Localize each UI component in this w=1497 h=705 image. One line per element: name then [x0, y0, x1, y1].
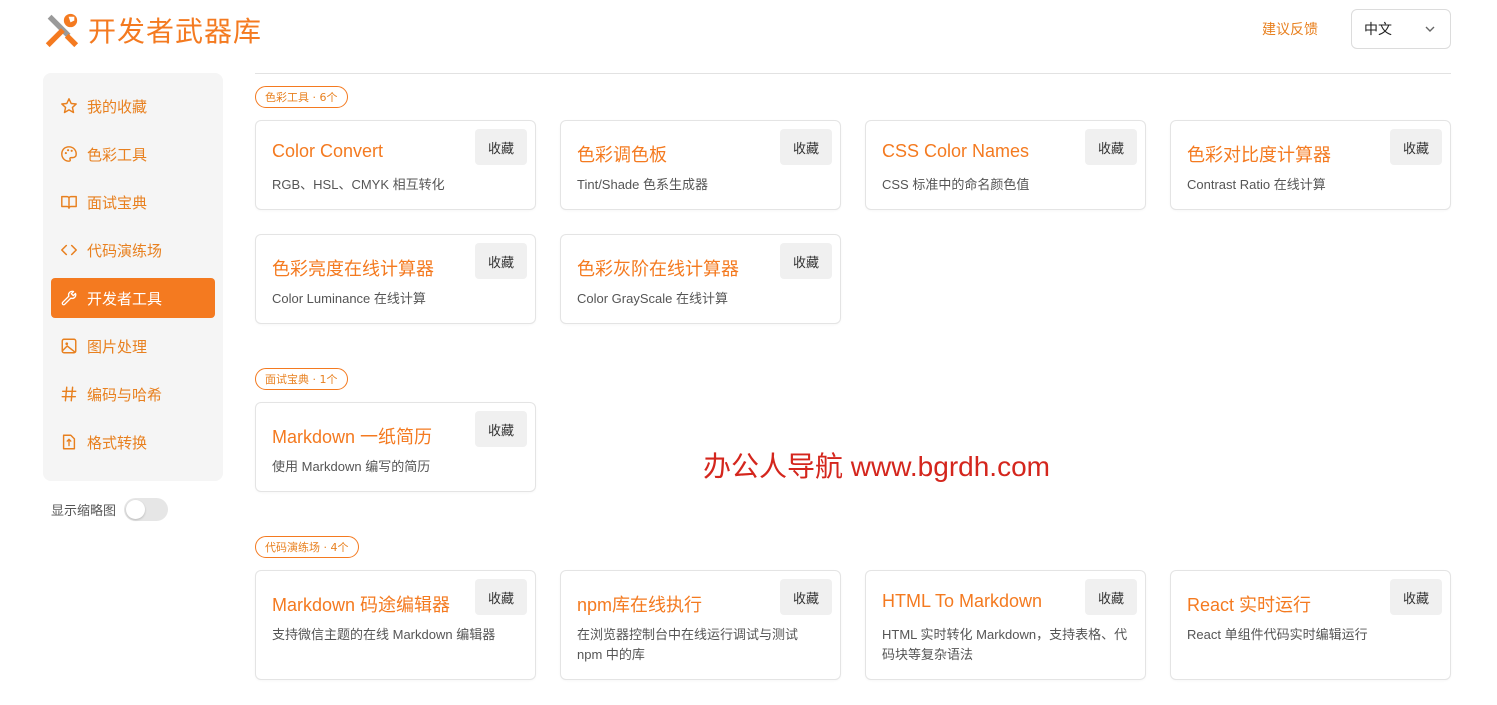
card-desc: Color Luminance 在线计算	[272, 291, 426, 306]
card-title: Markdown 码途编辑器	[272, 595, 451, 615]
favorite-button[interactable]: 收藏	[475, 129, 527, 165]
language-selected-value: 中文	[1364, 22, 1392, 38]
thumbnail-toggle-row: 显示缩略图	[51, 498, 169, 521]
chevron-down-icon	[1425, 26, 1435, 32]
book-icon	[60, 193, 78, 211]
tool-card[interactable]: CSS Color Names CSS 标准中的命名颜色值 收藏	[865, 120, 1146, 210]
card-desc: React 单组件代码实时编辑运行	[1187, 627, 1368, 642]
tools-icon	[45, 13, 79, 48]
card-desc: RGB、HSL、CMYK 相互转化	[272, 177, 445, 192]
sidebar-item-label: 色彩工具	[87, 145, 148, 164]
favorite-button[interactable]: 收藏	[1390, 579, 1442, 615]
sidebar-item-label: 格式转换	[87, 433, 148, 452]
sidebar-item-format[interactable]: 格式转换	[51, 422, 215, 462]
tool-card[interactable]: 色彩亮度在线计算器 Color Luminance 在线计算 收藏	[255, 234, 536, 324]
section-badge-interview: 面试宝典 · 1个	[255, 368, 348, 390]
toggle-knob	[126, 500, 146, 519]
tool-card[interactable]: 色彩灰阶在线计算器 Color GrayScale 在线计算 收藏	[560, 234, 841, 324]
card-desc: 在浏览器控制台中在线运行调试与测试 npm 中的库	[577, 627, 799, 662]
sidebar-item-dev-tools[interactable]: 开发者工具	[51, 278, 215, 318]
card-title: 色彩亮度在线计算器	[272, 259, 434, 279]
file-convert-icon	[60, 433, 78, 451]
card-title: Color Convert	[272, 141, 384, 161]
favorite-button[interactable]: 收藏	[1390, 129, 1442, 165]
card-desc: Tint/Shade 色系生成器	[577, 177, 709, 192]
sidebar-nav: 我的收藏 色彩工具 面试宝典 代码演练场 开发者工具 图片处理 编码与哈希 格式…	[43, 73, 223, 481]
section-badge-color-tools: 色彩工具 · 6个	[255, 86, 348, 108]
palette-icon	[60, 145, 78, 163]
sidebar-item-interview[interactable]: 面试宝典	[51, 182, 215, 222]
sidebar-item-image[interactable]: 图片处理	[51, 326, 215, 366]
tool-card[interactable]: React 实时运行 React 单组件代码实时编辑运行 收藏	[1170, 570, 1451, 680]
favorite-button[interactable]: 收藏	[780, 579, 832, 615]
card-title: HTML To Markdown	[882, 591, 1043, 611]
watermark-text: 办公人导航 www.bgrdh.com	[703, 451, 1050, 482]
star-icon	[60, 97, 78, 115]
favorite-button[interactable]: 收藏	[780, 129, 832, 165]
tool-card[interactable]: 色彩对比度计算器 Contrast Ratio 在线计算 收藏	[1170, 120, 1451, 210]
sidebar-item-label: 编码与哈希	[87, 385, 163, 404]
section-badge-playground: 代码演练场 · 4个	[255, 536, 359, 558]
sidebar-item-label: 开发者工具	[87, 289, 163, 308]
language-select[interactable]: 中文	[1351, 9, 1451, 49]
favorite-button[interactable]: 收藏	[780, 243, 832, 279]
card-title: React 实时运行	[1187, 595, 1312, 615]
sidebar-item-playground[interactable]: 代码演练场	[51, 230, 215, 270]
thumbnail-toggle[interactable]	[124, 498, 169, 521]
card-title: npm库在线执行	[577, 595, 703, 615]
sidebar-item-favorites[interactable]: 我的收藏	[51, 86, 215, 126]
header-divider	[255, 73, 1451, 74]
favorite-button[interactable]: 收藏	[1085, 579, 1137, 615]
thumbnail-toggle-label: 显示缩略图	[51, 504, 117, 519]
image-icon	[60, 337, 78, 355]
favorite-button[interactable]: 收藏	[475, 579, 527, 615]
code-icon	[60, 241, 78, 259]
favorite-button[interactable]: 收藏	[1085, 129, 1137, 165]
card-title: 色彩灰阶在线计算器	[577, 259, 739, 279]
sidebar-item-label: 代码演练场	[87, 241, 163, 260]
tool-card[interactable]: Markdown 一纸简历 使用 Markdown 编写的简历 收藏	[255, 402, 536, 492]
sidebar-item-label: 我的收藏	[87, 97, 148, 116]
card-desc: Color GrayScale 在线计算	[577, 291, 728, 306]
card-desc: Contrast Ratio 在线计算	[1187, 177, 1326, 192]
favorite-button[interactable]: 收藏	[475, 411, 527, 447]
tool-card[interactable]: Markdown 码途编辑器 支持微信主题的在线 Markdown 编辑器 收藏	[255, 570, 536, 680]
feedback-link[interactable]: 建议反馈	[1262, 19, 1318, 39]
card-title: Markdown 一纸简历	[272, 427, 433, 447]
card-desc: 使用 Markdown 编写的简历	[272, 459, 431, 474]
card-desc: CSS 标准中的命名颜色值	[882, 177, 1030, 192]
sidebar-item-label: 面试宝典	[87, 193, 148, 212]
favorite-button[interactable]: 收藏	[475, 243, 527, 279]
card-desc: HTML 实时转化 Markdown，支持表格、代码块等复杂语法	[882, 627, 1128, 662]
wrench-icon	[60, 289, 78, 307]
tool-card[interactable]: HTML To Markdown HTML 实时转化 Markdown，支持表格…	[865, 570, 1146, 680]
tool-card[interactable]: Color Convert RGB、HSL、CMYK 相互转化 收藏	[255, 120, 536, 210]
card-title: 色彩调色板	[577, 145, 667, 165]
tool-card[interactable]: 色彩调色板 Tint/Shade 色系生成器 收藏	[560, 120, 841, 210]
app-title: 开发者武器库	[88, 15, 263, 48]
sidebar-item-hash[interactable]: 编码与哈希	[51, 374, 215, 414]
card-title: 色彩对比度计算器	[1187, 145, 1331, 165]
sidebar-item-label: 图片处理	[87, 337, 148, 356]
app-logo[interactable]: 开发者武器库	[42, 10, 262, 50]
card-desc: 支持微信主题的在线 Markdown 编辑器	[272, 627, 496, 642]
card-title: CSS Color Names	[882, 141, 1030, 161]
hash-icon	[60, 385, 78, 403]
tool-card[interactable]: npm库在线执行 在浏览器控制台中在线运行调试与测试 npm 中的库 收藏	[560, 570, 841, 680]
sidebar-item-color-tools[interactable]: 色彩工具	[51, 134, 215, 174]
